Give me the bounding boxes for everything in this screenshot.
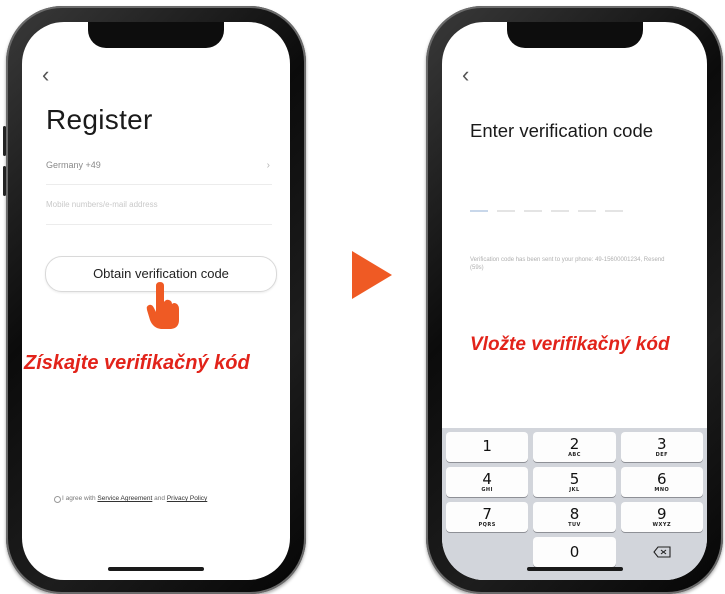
key-2[interactable]: 2 ABC bbox=[533, 432, 616, 462]
code-sent-note: Verification code has been sent to your … bbox=[470, 257, 665, 271]
volume-button bbox=[3, 166, 6, 196]
play-arrow-icon bbox=[352, 251, 392, 299]
key-5[interactable]: 5 JKL bbox=[533, 467, 616, 497]
instruction-caption: Vložte verifikačný kód bbox=[470, 334, 670, 355]
back-icon[interactable]: ‹ bbox=[462, 64, 469, 86]
agreement-row: I agree with Service Agreement and Priva… bbox=[54, 494, 262, 503]
country-value: Germany +49 bbox=[46, 160, 101, 170]
agreement-and: and bbox=[152, 495, 167, 502]
left-phone-frame: ‹ Register Germany +49 › Mobile numbers/… bbox=[3, 6, 306, 594]
home-indicator bbox=[108, 567, 204, 571]
key-1[interactable]: 1 bbox=[446, 432, 529, 462]
key-6[interactable]: 6 MNO bbox=[620, 467, 703, 497]
code-digit-slot bbox=[524, 210, 542, 212]
agreement-checkbox[interactable] bbox=[54, 496, 61, 503]
key-blank bbox=[446, 537, 528, 567]
back-icon[interactable]: ‹ bbox=[42, 64, 49, 86]
key-9[interactable]: 9 WXYZ bbox=[620, 502, 703, 532]
page-title: Enter verification code bbox=[470, 120, 654, 141]
verification-screen: ‹ Enter verification code Verification c… bbox=[442, 22, 707, 580]
account-placeholder: Mobile numbers/e-mail address bbox=[46, 200, 158, 209]
code-input[interactable] bbox=[470, 210, 623, 212]
code-digit-slot bbox=[470, 210, 488, 212]
backspace-icon bbox=[653, 546, 671, 558]
country-select[interactable]: Germany +49 › bbox=[46, 160, 272, 185]
key-3[interactable]: 3 DEF bbox=[620, 432, 703, 462]
register-screen: ‹ Register Germany +49 › Mobile numbers/… bbox=[22, 22, 290, 580]
delete-key[interactable] bbox=[621, 537, 703, 567]
agreement-prefix: I agree with bbox=[62, 495, 98, 502]
code-digit-slot bbox=[551, 210, 569, 212]
code-digit-slot bbox=[497, 210, 515, 212]
key-8[interactable]: 8 TUV bbox=[533, 502, 616, 532]
pointing-hand-icon bbox=[146, 282, 179, 329]
service-agreement-link[interactable]: Service Agreement bbox=[97, 495, 152, 502]
home-indicator bbox=[526, 567, 623, 571]
account-input[interactable]: Mobile numbers/e-mail address bbox=[46, 200, 272, 225]
privacy-policy-link[interactable]: Privacy Policy bbox=[167, 495, 207, 502]
phone-notch bbox=[88, 22, 224, 48]
key-4[interactable]: 4 GHI bbox=[446, 467, 529, 497]
page-title: Register bbox=[46, 104, 153, 135]
chevron-right-icon: › bbox=[266, 160, 270, 171]
numeric-keypad: 1 2 ABC 3 DEF 4 GHI 5 JKL 6 MNO 7 PQRS 8 TUV 9W… bbox=[442, 428, 707, 580]
code-digit-slot bbox=[605, 210, 623, 212]
volume-button bbox=[3, 126, 6, 156]
code-digit-slot bbox=[578, 210, 596, 212]
key-0[interactable]: 0 bbox=[533, 537, 616, 567]
key-7[interactable]: 7 PQRS bbox=[446, 502, 529, 532]
right-phone-frame: ‹ Enter verification code Verification c… bbox=[426, 6, 723, 594]
phone-notch bbox=[506, 22, 643, 48]
instruction-caption: Získajte verifikačný kód bbox=[22, 348, 290, 379]
